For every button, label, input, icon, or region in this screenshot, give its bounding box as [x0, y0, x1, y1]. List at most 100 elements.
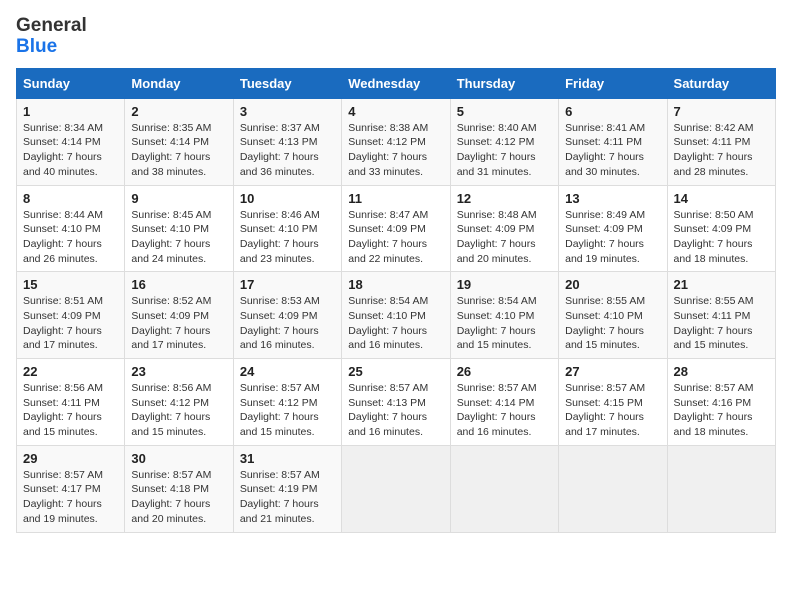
day-cell: 8 Sunrise: 8:44 AMSunset: 4:10 PMDayligh… [17, 185, 125, 272]
day-info: Sunrise: 8:57 AMSunset: 4:16 PMDaylight:… [674, 381, 769, 440]
day-number: 2 [131, 104, 226, 119]
day-cell: 31 Sunrise: 8:57 AMSunset: 4:19 PMDaylig… [233, 445, 341, 532]
day-info: Sunrise: 8:45 AMSunset: 4:10 PMDaylight:… [131, 208, 226, 267]
day-info: Sunrise: 8:57 AMSunset: 4:17 PMDaylight:… [23, 468, 118, 527]
day-number: 10 [240, 191, 335, 206]
day-info: Sunrise: 8:41 AMSunset: 4:11 PMDaylight:… [565, 121, 660, 180]
day-number: 22 [23, 364, 118, 379]
day-info: Sunrise: 8:57 AMSunset: 4:18 PMDaylight:… [131, 468, 226, 527]
col-header-sunday: Sunday [17, 68, 125, 98]
day-number: 31 [240, 451, 335, 466]
day-cell: 18 Sunrise: 8:54 AMSunset: 4:10 PMDaylig… [342, 272, 450, 359]
day-cell: 29 Sunrise: 8:57 AMSunset: 4:17 PMDaylig… [17, 445, 125, 532]
logo-general-text: General [16, 16, 87, 37]
week-row-3: 15 Sunrise: 8:51 AMSunset: 4:09 PMDaylig… [17, 272, 776, 359]
day-cell: 7 Sunrise: 8:42 AMSunset: 4:11 PMDayligh… [667, 98, 775, 185]
day-cell: 20 Sunrise: 8:55 AMSunset: 4:10 PMDaylig… [559, 272, 667, 359]
day-info: Sunrise: 8:57 AMSunset: 4:12 PMDaylight:… [240, 381, 335, 440]
day-number: 29 [23, 451, 118, 466]
day-number: 6 [565, 104, 660, 119]
day-number: 30 [131, 451, 226, 466]
day-info: Sunrise: 8:49 AMSunset: 4:09 PMDaylight:… [565, 208, 660, 267]
col-header-thursday: Thursday [450, 68, 558, 98]
day-cell: 4 Sunrise: 8:38 AMSunset: 4:12 PMDayligh… [342, 98, 450, 185]
day-cell: 10 Sunrise: 8:46 AMSunset: 4:10 PMDaylig… [233, 185, 341, 272]
day-cell [342, 445, 450, 532]
day-cell: 27 Sunrise: 8:57 AMSunset: 4:15 PMDaylig… [559, 359, 667, 446]
header: General Blue [16, 16, 776, 58]
day-number: 7 [674, 104, 769, 119]
day-number: 9 [131, 191, 226, 206]
day-info: Sunrise: 8:50 AMSunset: 4:09 PMDaylight:… [674, 208, 769, 267]
day-cell: 6 Sunrise: 8:41 AMSunset: 4:11 PMDayligh… [559, 98, 667, 185]
day-number: 19 [457, 277, 552, 292]
day-cell: 13 Sunrise: 8:49 AMSunset: 4:09 PMDaylig… [559, 185, 667, 272]
day-number: 15 [23, 277, 118, 292]
day-cell: 11 Sunrise: 8:47 AMSunset: 4:09 PMDaylig… [342, 185, 450, 272]
day-info: Sunrise: 8:40 AMSunset: 4:12 PMDaylight:… [457, 121, 552, 180]
day-info: Sunrise: 8:47 AMSunset: 4:09 PMDaylight:… [348, 208, 443, 267]
day-cell: 12 Sunrise: 8:48 AMSunset: 4:09 PMDaylig… [450, 185, 558, 272]
day-info: Sunrise: 8:51 AMSunset: 4:09 PMDaylight:… [23, 294, 118, 353]
day-cell: 1 Sunrise: 8:34 AMSunset: 4:14 PMDayligh… [17, 98, 125, 185]
day-info: Sunrise: 8:57 AMSunset: 4:19 PMDaylight:… [240, 468, 335, 527]
day-cell: 5 Sunrise: 8:40 AMSunset: 4:12 PMDayligh… [450, 98, 558, 185]
day-info: Sunrise: 8:52 AMSunset: 4:09 PMDaylight:… [131, 294, 226, 353]
day-info: Sunrise: 8:54 AMSunset: 4:10 PMDaylight:… [457, 294, 552, 353]
day-number: 16 [131, 277, 226, 292]
day-number: 18 [348, 277, 443, 292]
day-cell: 24 Sunrise: 8:57 AMSunset: 4:12 PMDaylig… [233, 359, 341, 446]
day-info: Sunrise: 8:57 AMSunset: 4:15 PMDaylight:… [565, 381, 660, 440]
col-header-wednesday: Wednesday [342, 68, 450, 98]
day-number: 1 [23, 104, 118, 119]
day-number: 20 [565, 277, 660, 292]
day-cell: 28 Sunrise: 8:57 AMSunset: 4:16 PMDaylig… [667, 359, 775, 446]
col-header-monday: Monday [125, 68, 233, 98]
day-cell: 22 Sunrise: 8:56 AMSunset: 4:11 PMDaylig… [17, 359, 125, 446]
day-info: Sunrise: 8:42 AMSunset: 4:11 PMDaylight:… [674, 121, 769, 180]
day-number: 23 [131, 364, 226, 379]
day-info: Sunrise: 8:34 AMSunset: 4:14 PMDaylight:… [23, 121, 118, 180]
day-info: Sunrise: 8:48 AMSunset: 4:09 PMDaylight:… [457, 208, 552, 267]
day-cell: 19 Sunrise: 8:54 AMSunset: 4:10 PMDaylig… [450, 272, 558, 359]
day-info: Sunrise: 8:44 AMSunset: 4:10 PMDaylight:… [23, 208, 118, 267]
week-row-2: 8 Sunrise: 8:44 AMSunset: 4:10 PMDayligh… [17, 185, 776, 272]
day-cell [559, 445, 667, 532]
col-header-tuesday: Tuesday [233, 68, 341, 98]
day-cell: 23 Sunrise: 8:56 AMSunset: 4:12 PMDaylig… [125, 359, 233, 446]
day-number: 14 [674, 191, 769, 206]
day-number: 8 [23, 191, 118, 206]
calendar-table: SundayMondayTuesdayWednesdayThursdayFrid… [16, 68, 776, 533]
day-number: 28 [674, 364, 769, 379]
day-number: 13 [565, 191, 660, 206]
day-cell [667, 445, 775, 532]
day-number: 27 [565, 364, 660, 379]
day-cell: 3 Sunrise: 8:37 AMSunset: 4:13 PMDayligh… [233, 98, 341, 185]
day-cell: 30 Sunrise: 8:57 AMSunset: 4:18 PMDaylig… [125, 445, 233, 532]
day-number: 25 [348, 364, 443, 379]
day-cell [450, 445, 558, 532]
day-info: Sunrise: 8:55 AMSunset: 4:11 PMDaylight:… [674, 294, 769, 353]
header-row: SundayMondayTuesdayWednesdayThursdayFrid… [17, 68, 776, 98]
day-number: 11 [348, 191, 443, 206]
day-number: 21 [674, 277, 769, 292]
day-info: Sunrise: 8:57 AMSunset: 4:13 PMDaylight:… [348, 381, 443, 440]
day-info: Sunrise: 8:55 AMSunset: 4:10 PMDaylight:… [565, 294, 660, 353]
day-info: Sunrise: 8:57 AMSunset: 4:14 PMDaylight:… [457, 381, 552, 440]
logo: General Blue [16, 16, 87, 58]
week-row-4: 22 Sunrise: 8:56 AMSunset: 4:11 PMDaylig… [17, 359, 776, 446]
day-cell: 15 Sunrise: 8:51 AMSunset: 4:09 PMDaylig… [17, 272, 125, 359]
day-cell: 25 Sunrise: 8:57 AMSunset: 4:13 PMDaylig… [342, 359, 450, 446]
day-cell: 17 Sunrise: 8:53 AMSunset: 4:09 PMDaylig… [233, 272, 341, 359]
day-number: 24 [240, 364, 335, 379]
day-info: Sunrise: 8:56 AMSunset: 4:11 PMDaylight:… [23, 381, 118, 440]
day-info: Sunrise: 8:46 AMSunset: 4:10 PMDaylight:… [240, 208, 335, 267]
day-cell: 26 Sunrise: 8:57 AMSunset: 4:14 PMDaylig… [450, 359, 558, 446]
day-cell: 14 Sunrise: 8:50 AMSunset: 4:09 PMDaylig… [667, 185, 775, 272]
day-number: 26 [457, 364, 552, 379]
day-number: 17 [240, 277, 335, 292]
day-number: 3 [240, 104, 335, 119]
day-number: 4 [348, 104, 443, 119]
week-row-5: 29 Sunrise: 8:57 AMSunset: 4:17 PMDaylig… [17, 445, 776, 532]
col-header-saturday: Saturday [667, 68, 775, 98]
